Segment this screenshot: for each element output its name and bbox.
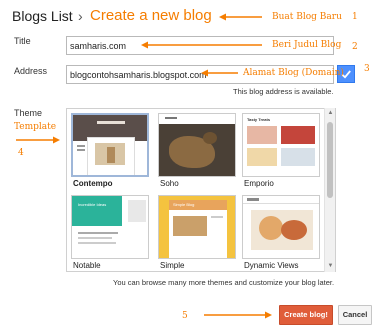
scroll-thumb[interactable] xyxy=(327,122,333,198)
address-status: This blog address is available. xyxy=(233,87,334,96)
annotation-arrow-3 xyxy=(201,69,238,77)
theme-name-notable: Notable xyxy=(73,261,101,270)
address-label: Address xyxy=(14,66,48,76)
themes-hint: You can browse many more themes and cust… xyxy=(113,278,335,287)
title-label: Title xyxy=(14,36,31,46)
breadcrumb-separator: › xyxy=(78,8,83,24)
annotation-arrow-4 xyxy=(16,136,60,144)
annotation-1-number: 1 xyxy=(352,12,358,22)
theme-scrollbar[interactable]: ▲ ▼ xyxy=(324,108,335,272)
theme-tile-soho[interactable] xyxy=(158,113,236,177)
annotation-2-number: 2 xyxy=(352,42,358,52)
annotation-4-text: Template xyxy=(14,122,57,132)
annotation-4-number: 4 xyxy=(18,148,24,158)
theme-name-soho: Soho xyxy=(160,179,179,188)
annotation-3-text: Alamat Blog (Domain) xyxy=(243,68,344,78)
cancel-button[interactable]: Cancel xyxy=(338,305,372,325)
annotation-1-text: Buat Blog Baru xyxy=(272,12,342,22)
emporio-preview-title: Tasty Treats xyxy=(247,117,271,122)
theme-label: Theme xyxy=(14,108,43,118)
theme-name-contempo: Contempo xyxy=(73,179,113,188)
notable-preview-title: Incredible Ideas xyxy=(78,202,107,207)
annotation-arrow-2 xyxy=(141,41,262,49)
scroll-down-icon[interactable]: ▼ xyxy=(326,262,335,271)
theme-tile-simple[interactable]: Simple Blog xyxy=(158,195,236,259)
annotation-arrow-5 xyxy=(204,311,272,319)
theme-tile-dynamic-views[interactable] xyxy=(242,195,320,259)
simple-preview-title: Simple Blog xyxy=(173,202,195,207)
annotation-arrow-1 xyxy=(219,13,262,21)
page-title: Create a new blog xyxy=(90,7,212,24)
theme-name-dynamic-views: Dynamic Views xyxy=(244,261,299,270)
theme-name-emporio: Emporio xyxy=(244,179,274,188)
annotation-3-number: 3 xyxy=(364,64,370,74)
theme-tile-emporio[interactable]: Tasty Treats xyxy=(242,113,320,177)
theme-tile-notable[interactable]: Incredible Ideas xyxy=(71,195,149,259)
annotation-2-text: Beri Judul Blog xyxy=(272,40,342,50)
theme-tile-contempo[interactable] xyxy=(71,113,149,177)
theme-name-simple: Simple xyxy=(160,261,185,270)
scroll-up-icon[interactable]: ▲ xyxy=(326,109,335,118)
annotation-5-number: 5 xyxy=(182,311,188,321)
create-blog-button[interactable]: Create blog! xyxy=(279,305,333,325)
breadcrumb-blogs-list[interactable]: Blogs List xyxy=(12,8,73,24)
theme-picker: Contempo Soho Tasty Treats Emporio Incre… xyxy=(66,108,336,272)
